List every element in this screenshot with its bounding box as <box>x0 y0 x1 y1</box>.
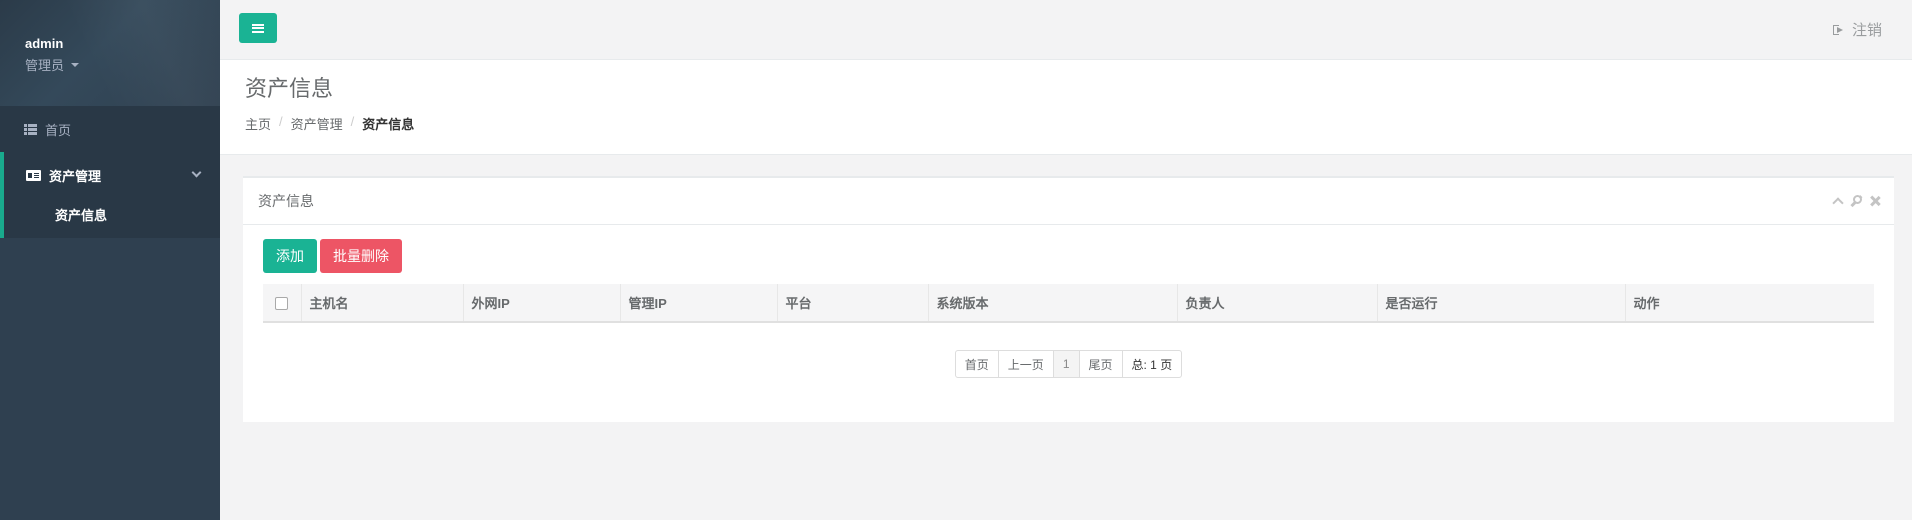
batch-delete-button[interactable]: 批量删除 <box>320 239 402 273</box>
sidebar-item-label: 资产管理 <box>49 168 102 184</box>
sidebar-item-label: 首页 <box>45 122 72 138</box>
pagination-last[interactable]: 尾页 <box>1078 350 1123 378</box>
select-all-cell <box>263 284 302 323</box>
pagination-current-page[interactable]: 1 <box>1052 350 1080 378</box>
sidebar-subitem-asset-info[interactable]: 资产信息 <box>4 198 220 230</box>
select-all-checkbox[interactable] <box>275 297 289 311</box>
breadcrumb-current: 资产信息 <box>362 117 415 133</box>
sign-out-icon <box>1832 24 1844 35</box>
column-header-owner[interactable]: 负责人 <box>1177 284 1378 323</box>
column-header-hostname[interactable]: 主机名 <box>301 284 464 323</box>
breadcrumb-home[interactable]: 主页 <box>245 114 271 133</box>
chevron-down-icon <box>191 167 202 178</box>
user-role-dropdown[interactable]: 管理员 <box>25 55 220 74</box>
username: admin <box>25 36 64 51</box>
pagination-first[interactable]: 首页 <box>954 350 999 378</box>
sidebar: admin 管理员 首页 资产管理 资产信息 <box>0 0 220 520</box>
pagination-total: 总: 1 页 <box>1121 350 1183 378</box>
logout-link[interactable]: 注销 <box>1832 19 1882 40</box>
table-header-row: 主机名 外网IP 管理IP 平台 系统版本 负责人 是否运行 动作 <box>263 284 1874 323</box>
close-icon[interactable] <box>1870 196 1880 206</box>
caret-down-icon <box>71 62 80 67</box>
column-header-os-version[interactable]: 系统版本 <box>928 284 1178 323</box>
add-button[interactable]: 添加 <box>263 239 317 273</box>
breadcrumb: 主页 / 资产管理 / 资产信息 <box>245 114 1888 133</box>
logout-label: 注销 <box>1851 22 1882 39</box>
sidebar-subitem-label: 资产信息 <box>55 207 108 223</box>
sidebar-item-asset-management[interactable]: 资产管理 <box>4 152 220 198</box>
id-card-icon <box>26 169 41 181</box>
breadcrumb-separator: / <box>350 114 355 130</box>
wrench-icon[interactable] <box>1850 195 1862 207</box>
top-navbar: 注销 <box>220 0 1912 60</box>
panel-title: 资产信息 <box>258 193 314 209</box>
hamburger-icon <box>252 23 264 33</box>
panel-tools <box>1832 195 1880 209</box>
user-role: 管理员 <box>25 58 65 73</box>
column-header-actions: 动作 <box>1625 284 1874 323</box>
column-header-platform[interactable]: 平台 <box>777 284 929 323</box>
column-header-manage-ip[interactable]: 管理IP <box>620 284 778 323</box>
column-header-running[interactable]: 是否运行 <box>1377 284 1626 323</box>
breadcrumb-separator: / <box>279 114 283 130</box>
asset-table: 主机名 外网IP 管理IP 平台 系统版本 负责人 是否运行 动作 <box>263 284 1874 323</box>
pagination-prev[interactable]: 上一页 <box>997 350 1054 378</box>
toggle-sidebar-button[interactable] <box>239 13 277 43</box>
column-header-public-ip[interactable]: 外网IP <box>463 284 621 323</box>
toolbar: 添加 批量删除 <box>263 239 1874 273</box>
asset-info-panel: 资产信息 添加 批量删除 主机名 外网IP 管理IP 平台 系统版本 负责人 是… <box>243 176 1894 422</box>
breadcrumb-asset-management[interactable]: 资产管理 <box>291 114 343 133</box>
panel-header: 资产信息 <box>243 178 1894 225</box>
user-profile: admin 管理员 <box>0 0 220 106</box>
list-icon <box>24 123 37 135</box>
collapse-chevron-up-icon[interactable] <box>1832 197 1844 209</box>
sidebar-group-asset-management: 资产管理 资产信息 <box>0 152 220 238</box>
sidebar-item-home[interactable]: 首页 <box>0 106 220 152</box>
pagination: 首页 上一页 1 尾页 总: 1 页 <box>263 350 1874 378</box>
page-heading: 资产信息 主页 / 资产管理 / 资产信息 <box>220 60 1912 155</box>
page-title: 资产信息 <box>245 76 334 101</box>
panel-content: 添加 批量删除 主机名 外网IP 管理IP 平台 系统版本 负责人 是否运行 动… <box>243 225 1894 378</box>
